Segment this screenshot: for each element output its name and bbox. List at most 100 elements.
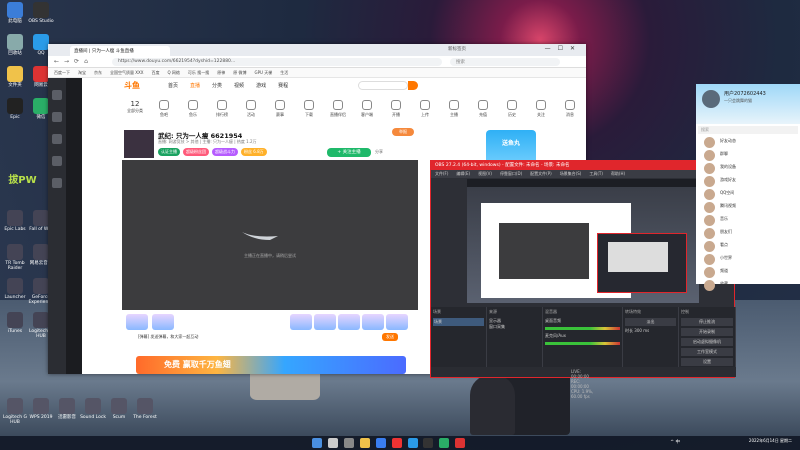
qq-signature[interactable]: 一只会跳舞的猫 [724,98,752,104]
site-nav-item[interactable]: 首页 [168,83,178,89]
room-badge[interactable]: 超级战斗力 [212,148,238,156]
obs-control-button[interactable]: 工作室模式 [681,348,733,356]
browser-icon[interactable] [391,438,402,448]
gift-icon[interactable] [152,314,174,330]
obs-control-button[interactable]: 启动虚拟摄像机 [681,338,733,346]
qq-list-item[interactable]: QQ空间 [696,188,800,201]
bookmark-item[interactable]: 原神 [217,70,225,75]
taskview-icon[interactable] [343,438,354,448]
obs-control-button[interactable]: 停止推流 [681,318,733,326]
obs-menu-item[interactable]: 文件(F) [435,171,448,176]
share-button[interactable]: 分享 [375,149,383,155]
streamer-avatar[interactable] [124,130,154,158]
obs-menu-item[interactable]: 编辑(E) [456,171,470,176]
gift-icon[interactable] [126,314,148,330]
tray-icons[interactable]: ^ 中 [670,439,680,445]
bookmark-item[interactable]: 百度 [152,70,160,75]
qq-list-item[interactable]: 音乐 [696,214,800,227]
room-badge[interactable]: 认证主播 [158,148,180,156]
browser-tab-new[interactable]: 新标签页 [448,46,466,52]
site-nav-item[interactable]: 赛程 [278,83,288,89]
obs-menu-item[interactable]: 视图(V) [478,171,492,176]
room-badge[interactable]: 粉丝 6.8万 [241,148,267,156]
send-button[interactable]: 发送 [382,333,398,341]
gift-icon[interactable] [362,314,384,330]
qq-search-input[interactable]: 搜索 [698,126,798,134]
obs-menu-item[interactable]: 帮助(H) [611,171,625,176]
gift-icon[interactable] [386,314,408,330]
bookmark-item[interactable]: 原 微博 [233,70,246,75]
obs-menu-item[interactable]: 停靠窗口(D) [500,171,522,176]
site-search-button[interactable] [408,81,418,90]
video-player[interactable]: 主播正在直播中，请稍后尝试 [122,160,418,310]
sidebar-follow-icon[interactable] [52,112,62,122]
obs-menu-item[interactable]: 场景集合(S) [560,171,582,176]
obs-menu-item[interactable]: 配置文件(P) [530,171,552,176]
site-logo[interactable]: 斗鱼 [124,80,140,91]
address-input[interactable]: https://www.douyu.com/6621954?dyshid=122… [112,58,442,66]
bookmark-item[interactable]: Q 网络 [168,70,180,75]
obs-control-button[interactable]: 设置 [681,358,733,366]
qq-list-item[interactable]: 群聊 [696,149,800,162]
volume-meter[interactable] [545,342,620,345]
start-icon[interactable] [312,438,322,448]
site-nav-item[interactable]: 游戏 [256,83,266,89]
search-icon[interactable] [327,438,338,448]
scene-item[interactable]: 场景 [433,318,484,326]
obs-control-button[interactable]: 开始录制 [681,328,733,336]
volume-meter[interactable] [545,327,620,330]
bookmark-item[interactable]: 生活 [280,70,288,75]
edge-icon[interactable] [375,438,386,448]
qq-panel[interactable]: 用户2072602443 一只会跳舞的猫 搜索 好友动态 群聊 我的设备 游戏好友 QQ… [696,84,800,291]
qq-list-item[interactable]: 我的设备 [696,162,800,175]
qq-list-item[interactable]: 小世界 [696,253,800,266]
follow-button[interactable]: + 关注主播 [327,148,371,157]
nav-arrows-icon[interactable]: ←→⟳⌂ [54,58,93,65]
qq-list-item[interactable]: 收藏 [696,279,800,292]
category-item[interactable]: 消息 [553,100,587,118]
qq-list-item[interactable]: 频道 [696,266,800,279]
obs-menu-item[interactable]: 工具(T) [589,171,603,176]
site-search-input[interactable] [358,81,408,90]
qq-list-item[interactable]: 好友动态 [696,136,800,149]
source-item[interactable]: 窗口采集 [489,324,540,330]
qq-list-item[interactable]: 朋友们 [696,227,800,240]
room-badge[interactable]: 超级粉丝团 [183,148,209,156]
qq-list-item[interactable]: 腾讯视频 [696,201,800,214]
site-nav-item[interactable]: 分类 [212,83,222,89]
transition-select[interactable]: 淡出 [625,318,676,326]
bookmark-item[interactable]: 淘宝 [78,70,86,75]
wechat-icon[interactable] [439,438,450,448]
browser-tab-active[interactable]: 直播间 | 只为一人瘦 斗鱼直播 [70,46,170,56]
obs-preview[interactable] [467,179,699,303]
site-nav-item[interactable]: 视频 [234,83,244,89]
sidebar-home-icon[interactable] [52,90,62,100]
browser-search-input[interactable]: 搜索 [450,58,560,66]
bookmark-item[interactable]: 可乐 搜一搜 [188,70,209,75]
explorer-icon[interactable] [359,438,370,448]
qq-avatar[interactable] [702,90,720,108]
duration-input[interactable]: 300 ms [634,328,649,333]
sidebar-game-icon[interactable] [52,156,62,166]
qq-list-item[interactable]: 游戏好友 [696,175,800,188]
desktop-icon[interactable]: OBS Studio [26,2,56,24]
window-controls[interactable]: —☐✕ [545,45,582,52]
sidebar-category-icon[interactable] [52,134,62,144]
promo-banner[interactable]: 免费 赢取千万鱼翅 [136,356,406,374]
gift-icon[interactable] [290,314,312,330]
desktop-icon[interactable]: The Forest [130,398,160,420]
bookmark-item[interactable]: GPU 天梯 [254,70,272,75]
chat-input[interactable]: [弹幕] 发送弹幕，和大家一起互动 [138,334,198,339]
music-icon[interactable] [455,438,466,448]
gift-icon[interactable] [314,314,336,330]
bookmark-item[interactable]: 百度一下 [54,70,70,75]
report-button[interactable]: 举报 [392,128,414,136]
bookmark-item[interactable]: 全国空气质量 XXX [110,70,144,75]
obs-window[interactable]: OBS 27.2.4 (64-bit, windows) - 配置文件: 未命名… [430,160,736,399]
qq-list-item[interactable]: 看点 [696,240,800,253]
obs-icon[interactable] [423,438,434,448]
sidebar-video-icon[interactable] [52,178,62,188]
taskbar-clock[interactable]: 2022年6月14日 星期二 [749,438,792,444]
gift-icon[interactable] [338,314,360,330]
site-nav-item[interactable]: 直播 [190,83,200,89]
